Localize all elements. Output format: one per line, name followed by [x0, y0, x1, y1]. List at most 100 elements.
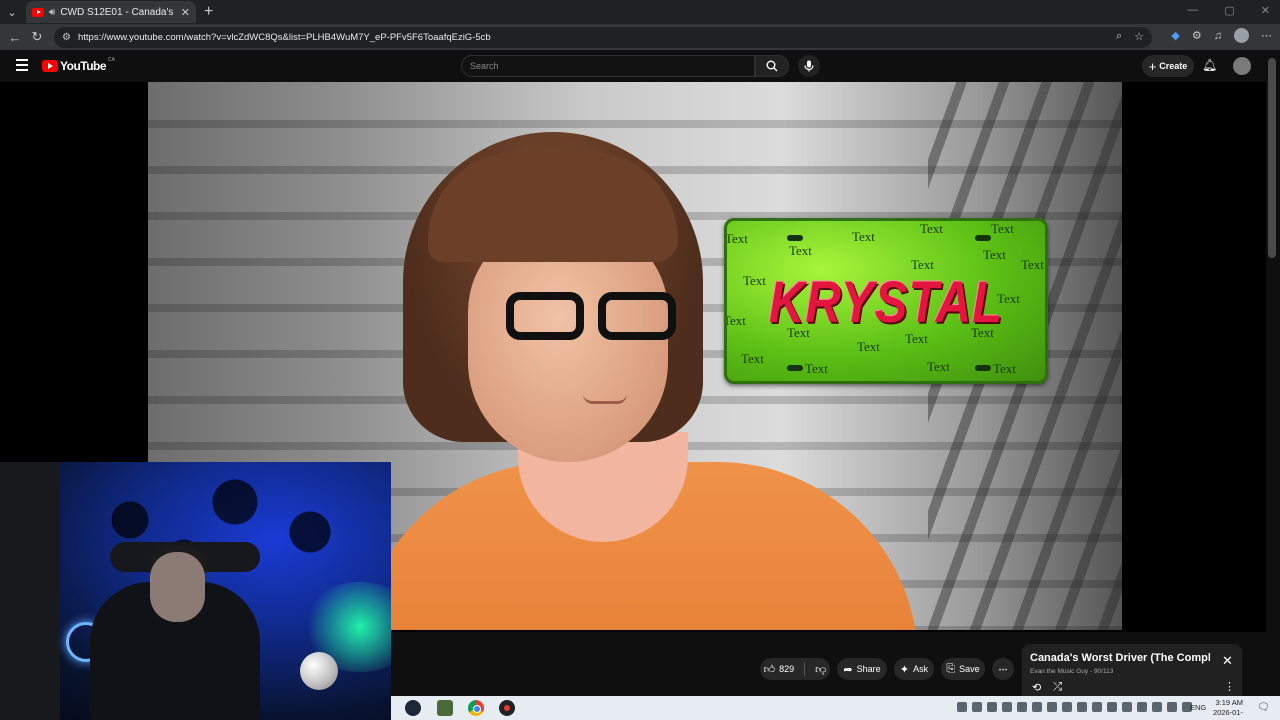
speaker-icon[interactable]: 🔊︎ [49, 7, 55, 18]
tray-app-icon[interactable] [1152, 702, 1162, 712]
search-input[interactable]: Search [461, 55, 755, 77]
tray-app-icon[interactable] [1107, 702, 1117, 712]
account-avatar[interactable] [1233, 57, 1251, 75]
page-scrollbar[interactable] [1268, 58, 1276, 258]
browser-tab-active[interactable]: 🔊︎ CWD S12E01 - Canada's Wo ✕ [26, 1, 196, 23]
new-tab-button[interactable]: + [204, 3, 213, 21]
url-text: https://www.youtube.com/watch?v=vlcZdWC8… [77, 32, 491, 43]
profile-avatar-icon[interactable] [1234, 28, 1249, 43]
save-button[interactable]: ⎘ Save [941, 658, 985, 680]
shuffle-icon[interactable]: ⤮ [1053, 681, 1062, 694]
smile [583, 394, 627, 404]
loop-icon[interactable]: ⟲ [1032, 681, 1041, 694]
youtube-header: YouTube CA Search + Create 🔔︎ [0, 50, 1280, 82]
tray-app-icon[interactable] [957, 702, 967, 712]
plate-pattern-text: Text [724, 313, 746, 328]
playlist-panel[interactable]: Canada's Worst Driver (The Compl... Evan… [1022, 644, 1242, 700]
more-dots-icon: ⋯ [998, 663, 1008, 674]
close-icon[interactable]: ✕ [1222, 653, 1233, 669]
webcam-door [0, 462, 60, 720]
youtube-favicon-icon [32, 7, 44, 17]
tray-app-icon[interactable] [987, 702, 997, 712]
extension-icon[interactable]: ◆ [1171, 29, 1179, 42]
search-button[interactable] [755, 55, 789, 77]
like-dislike-button[interactable]: 👍︎ 829 👎︎ [760, 658, 830, 680]
bookmark-star-icon[interactable]: ☆ [1134, 30, 1144, 43]
plate-pattern-text: Text [857, 339, 880, 354]
close-window-icon[interactable]: ✕ [1261, 4, 1270, 17]
puzzle-extension-icon[interactable]: ⚙ [1192, 29, 1202, 42]
steam-icon[interactable] [405, 700, 421, 716]
voice-search-button[interactable] [798, 55, 820, 77]
browser-menu-icon[interactable]: ⋯ [1261, 29, 1272, 42]
like-divider [804, 662, 806, 676]
minimize-icon[interactable]: — [1187, 4, 1198, 17]
tray-app-icon[interactable] [1017, 702, 1027, 712]
tray-app-icon[interactable] [1137, 702, 1147, 712]
tray-app-icon[interactable] [1062, 702, 1072, 712]
plate-pattern-text: Text [741, 351, 764, 366]
plate-pattern-text: Text [991, 221, 1014, 236]
share-button[interactable]: ➦ Share [837, 658, 887, 680]
media-control-icon[interactable]: ♫ [1214, 30, 1222, 42]
playlist-menu-icon[interactable]: ⋮ [1224, 680, 1235, 693]
ask-button[interactable]: ✦ Ask [894, 658, 934, 680]
plate-bolt-hole [975, 365, 991, 371]
reload-icon[interactable]: ↻ [26, 29, 48, 45]
playlist-controls: ⟲ ⤮ [1032, 681, 1062, 694]
tray-app-icon[interactable] [1032, 702, 1042, 712]
create-button[interactable]: + Create [1142, 55, 1194, 77]
playlist-title[interactable]: Canada's Worst Driver (The Compl... [1030, 652, 1210, 664]
clock-date: 2026-01-01 [1212, 708, 1243, 720]
zoom-icon[interactable]: ⌕ [1116, 30, 1122, 43]
plate-pattern-text: Text [1021, 257, 1044, 272]
taskbar-clock[interactable]: 3:19 AM 2026-01-01 [1205, 698, 1243, 720]
tray-app-icon[interactable] [1047, 702, 1057, 712]
more-actions-button[interactable]: ⋯ [992, 658, 1014, 680]
share-label: Share [856, 664, 881, 674]
tray-app-icon[interactable] [1092, 702, 1102, 712]
input-language[interactable]: ENG [1190, 703, 1206, 712]
name-license-plate: Text Text Text Text Text Text Text Text … [724, 218, 1048, 384]
search-icon [766, 60, 778, 72]
tab-title: CWD S12E01 - Canada's Wo [60, 6, 175, 18]
tray-app-icon[interactable] [1077, 702, 1087, 712]
url-field[interactable]: ⚙ https://www.youtube.com/watch?v=vlcZdW… [54, 27, 1152, 48]
back-arrow-icon[interactable]: ← [4, 30, 26, 45]
glasses [506, 292, 684, 344]
site-info-icon[interactable]: ⚙ [62, 32, 71, 43]
youtube-logo[interactable]: YouTube CA [42, 57, 115, 73]
browser-tab-strip: ⌄ 🔊︎ CWD S12E01 - Canada's Wo ✕ + — ▢ ✕ [0, 0, 1280, 24]
tray-app-icon[interactable] [1002, 702, 1012, 712]
maximize-icon[interactable]: ▢ [1224, 4, 1234, 17]
guide-menu-icon[interactable] [16, 59, 28, 71]
create-label: Create [1159, 61, 1188, 71]
tray-app-icon[interactable] [1122, 702, 1132, 712]
window-controls: — ▢ ✕ [1187, 4, 1270, 17]
tray-app-icon[interactable] [972, 702, 982, 712]
webcam-lamp-ball [300, 652, 338, 690]
notifications-bell-icon[interactable]: 🔔︎ [1202, 58, 1217, 72]
chrome-icon[interactable] [468, 700, 484, 716]
thumbs-up-icon[interactable]: 👍︎ [764, 663, 776, 676]
thumbs-down-icon[interactable]: 👎︎ [815, 663, 826, 676]
bangs [428, 152, 678, 262]
obs-icon[interactable] [499, 700, 515, 716]
notification-center-icon[interactable]: 🗨︎ [1257, 702, 1270, 713]
name-plate-text: KRYSTAL [768, 270, 1004, 335]
save-playlist-icon: ⎘ [946, 662, 956, 675]
tab-search-chevron-icon[interactable]: ⌄ [0, 1, 24, 23]
sparkle-icon: ✦ [899, 663, 910, 676]
plate-pattern-text: Text [852, 229, 875, 244]
ask-label: Ask [913, 664, 929, 674]
tab-close-icon[interactable]: ✕ [181, 6, 190, 19]
webcam-overlay [0, 462, 391, 720]
network-icon[interactable] [1167, 702, 1177, 712]
extension-icons: ◆ ⚙ ♫ ⋯ [1171, 28, 1272, 43]
like-count: 829 [779, 664, 795, 674]
plate-pattern-text: Text [805, 361, 828, 376]
file-manager-icon[interactable] [437, 700, 453, 716]
plate-pattern-text: Text [927, 359, 950, 374]
video-actions-row: 👍︎ 829 👎︎ ➦ Share ✦ Ask ⎘ Save ⋯ [391, 646, 1021, 690]
playlist-subtitle[interactable]: Evan the Music Guy - 90/113 [1030, 668, 1113, 675]
